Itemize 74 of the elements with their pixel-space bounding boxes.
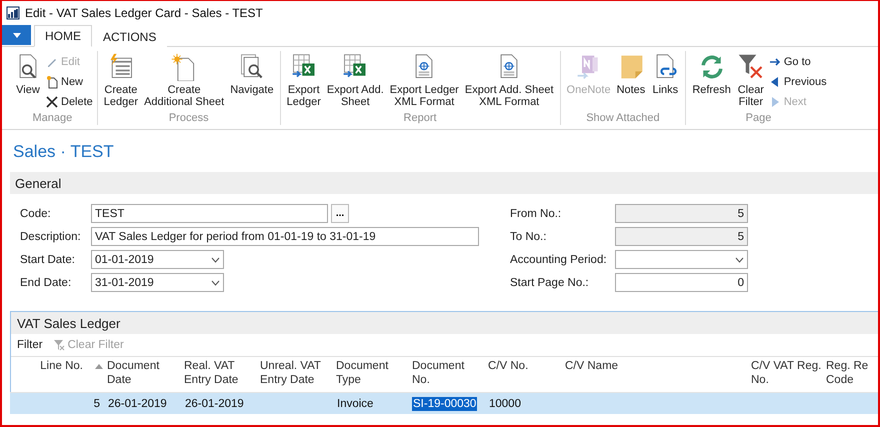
- chevron-down-icon: [211, 280, 220, 286]
- field-label: Accounting Period:: [510, 254, 608, 266]
- ribbon-button[interactable]: Export Ledger XML Format: [388, 51, 461, 112]
- app-menu-button[interactable]: [2, 25, 31, 45]
- field-label: End Date:: [20, 276, 72, 288]
- ribbon-button[interactable]: Export Ledger: [284, 51, 323, 112]
- ribbon-tab[interactable]: HOME: [34, 25, 92, 47]
- table-cell: 5: [92, 396, 101, 410]
- table-cell: 26-01-2019: [107, 396, 168, 410]
- ribbon-button[interactable]: View: [12, 51, 44, 112]
- field-label: Description:: [20, 230, 82, 242]
- column-header[interactable]: Real. VAT Entry Date: [184, 359, 238, 387]
- window-title: Edit - VAT Sales Ledger Card - Sales - TEST: [25, 6, 263, 20]
- delete-icon: [46, 96, 58, 108]
- new-page-icon: [46, 74, 58, 88]
- input-field[interactable]: 0: [615, 273, 748, 292]
- input-field[interactable]: 5: [615, 227, 748, 246]
- ribbon-button[interactable]: Go to: [768, 53, 827, 70]
- ribbon-button[interactable]: Navigate: [228, 51, 276, 112]
- group-label: Report: [404, 112, 437, 125]
- group-label: Manage: [32, 112, 72, 125]
- column-header[interactable]: Document Type: [336, 359, 388, 387]
- sort-ascending-icon: [95, 364, 103, 369]
- column-header[interactable]: C/V Name: [565, 359, 618, 373]
- clear-filter-icon: [736, 53, 765, 81]
- ribbon-button[interactable]: Clear Filter: [734, 51, 767, 112]
- column-header[interactable]: Reg. Re Code: [826, 359, 868, 387]
- filter-button[interactable]: Filter: [17, 339, 43, 351]
- section-header: General: [10, 172, 878, 194]
- ribbon-button[interactable]: Links: [649, 51, 682, 112]
- ribbon-button[interactable]: Export Add. Sheet: [324, 51, 386, 112]
- column-header[interactable]: Document Date: [107, 359, 160, 387]
- dropdown-field[interactable]: 01-01-2019: [91, 250, 224, 269]
- table-row[interactable]: 5 26-01-2019 26-01-2019 Invoice SI-19-00030 10000: [10, 393, 878, 414]
- ribbon-button[interactable]: Previous: [768, 73, 827, 90]
- lookup-button[interactable]: ...: [331, 204, 349, 223]
- table-cell: 26-01-2019: [184, 396, 245, 410]
- input-field[interactable]: 5: [615, 204, 748, 223]
- table-cell: Invoice: [336, 396, 374, 410]
- table-cell: 10000: [488, 396, 522, 410]
- input-field[interactable]: VAT Sales Ledger for period from 01-01-19 to 31-01-19: [91, 227, 479, 246]
- ribbon-button[interactable]: Export Add. Sheet XML Format: [462, 51, 556, 112]
- column-header[interactable]: C/V VAT Reg. No.: [751, 359, 822, 387]
- column-header[interactable]: C/V No.: [488, 359, 528, 373]
- dropdown-field[interactable]: [615, 250, 748, 269]
- column-header[interactable]: Line No.: [40, 359, 103, 373]
- ribbon-button[interactable]: Delete: [46, 93, 93, 110]
- group-label: Page: [746, 112, 772, 125]
- section-header: VAT Sales Ledger: [11, 312, 878, 334]
- input-field[interactable]: TEST: [91, 204, 328, 223]
- field-label: To No.:: [510, 230, 548, 242]
- column-header[interactable]: Document No.: [412, 359, 464, 387]
- field-label: Start Date:: [20, 254, 76, 266]
- field-label: Code:: [20, 208, 52, 220]
- field-label: Start Page No.:: [510, 276, 590, 288]
- dropdown-field[interactable]: 31-01-2019: [91, 273, 224, 292]
- ribbon-button[interactable]: Refresh: [690, 51, 733, 112]
- group-label: Process: [168, 112, 209, 125]
- column-header[interactable]: Unreal. VAT Entry Date: [260, 359, 321, 387]
- ribbon-button[interactable]: Create Additional Sheet: [142, 51, 226, 112]
- app-logo-icon: [6, 6, 20, 20]
- ribbon-button[interactable]: New: [46, 73, 93, 90]
- triangle-left-icon: [768, 76, 781, 88]
- group-label: Show Attached: [586, 112, 660, 125]
- chevron-down-icon: [735, 256, 744, 262]
- table-cell: SI-19-00030: [412, 396, 478, 410]
- clear-filter-icon: [52, 339, 65, 351]
- ribbon-button[interactable]: Notes: [614, 51, 648, 112]
- field-label: From No.:: [510, 208, 562, 220]
- caret-icon: [12, 32, 20, 38]
- chevron-down-icon: [211, 256, 220, 262]
- page-title: Sales · TEST: [13, 142, 115, 162]
- arrow-right-icon: [768, 56, 781, 68]
- ribbon-button[interactable]: Create Ledger: [102, 51, 140, 112]
